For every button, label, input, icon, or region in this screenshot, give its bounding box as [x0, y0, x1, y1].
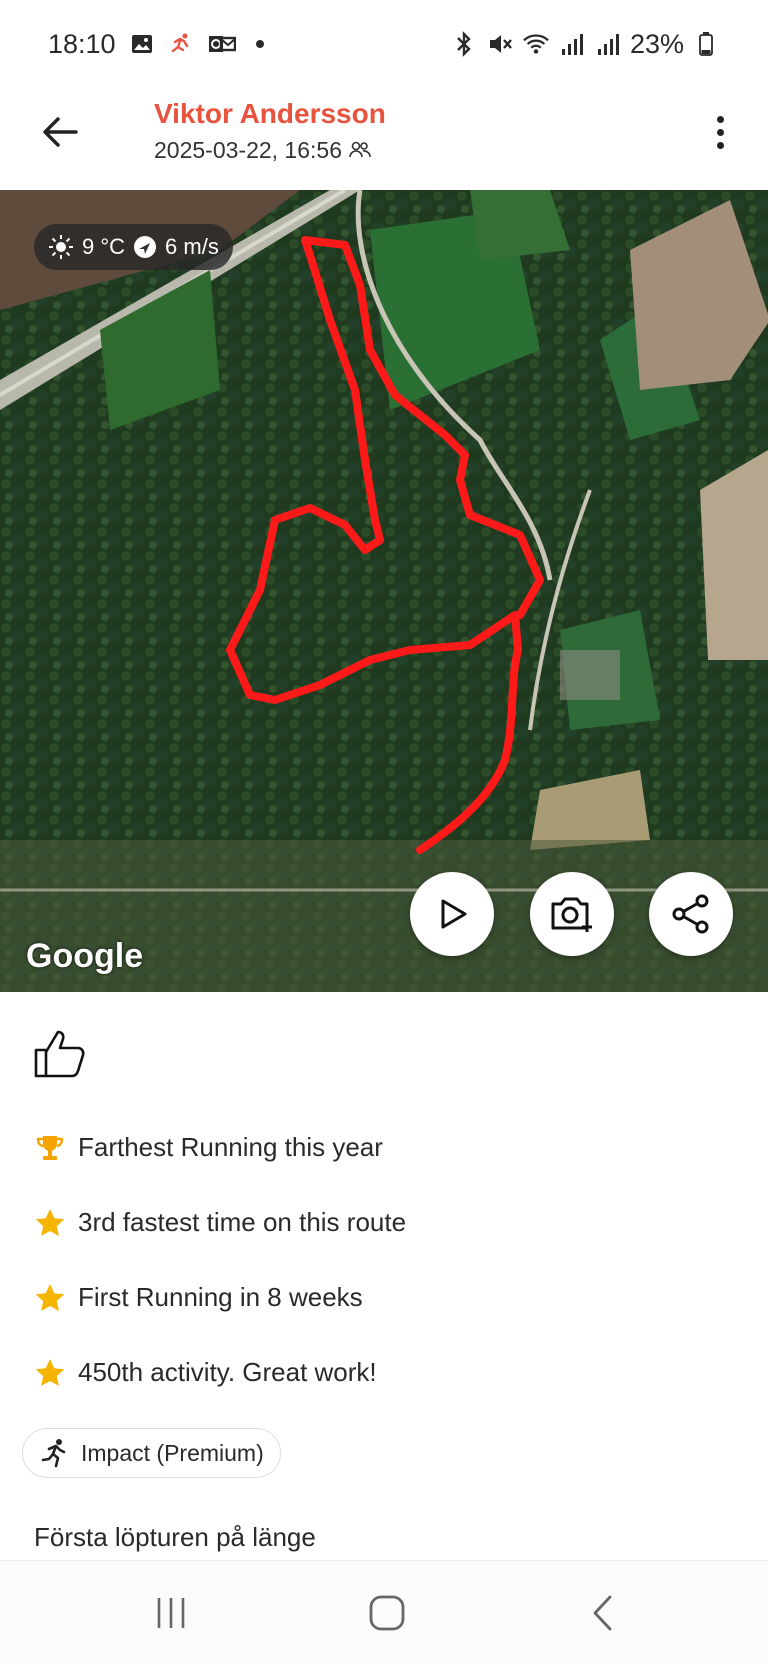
bluetooth-icon	[450, 30, 478, 58]
signal-icon	[558, 30, 586, 58]
more-options-button[interactable]	[700, 108, 740, 156]
satellite-map-image	[0, 190, 768, 992]
activity-date-row: 2025-03-22, 16:56	[154, 132, 386, 168]
battery-icon	[692, 30, 720, 58]
gallery-icon	[128, 30, 156, 58]
system-back-button[interactable]	[578, 1591, 628, 1635]
chevron-left-icon	[593, 1595, 612, 1631]
more-vert-icon	[716, 115, 724, 123]
mute-icon	[486, 30, 514, 58]
wifi-icon	[522, 30, 550, 58]
notification-dot	[255, 40, 264, 48]
impact-chip-label: Impact (Premium)	[81, 1439, 264, 1466]
activity-date: 2025-03-22, 16:56	[154, 137, 342, 163]
achievement-text: Farthest Running this year	[78, 1132, 383, 1162]
google-logo: Google	[26, 937, 144, 975]
activity-description: Första löpturen på länge	[34, 1522, 316, 1552]
achievement-text: 450th activity. Great work!	[78, 1357, 377, 1387]
system-nav-bar	[0, 1560, 768, 1664]
battery-percentage: 23%	[629, 28, 684, 59]
kudos-button[interactable]	[32, 1024, 88, 1080]
sun-icon	[49, 235, 73, 259]
trophy-icon	[32, 1130, 68, 1166]
strava-running-icon	[168, 30, 196, 58]
status-time: 18:10	[48, 28, 116, 59]
impact-premium-chip[interactable]: Impact (Premium)	[22, 1428, 281, 1478]
recent-apps-button[interactable]	[146, 1591, 196, 1635]
add-photo-icon	[551, 897, 592, 932]
play-icon	[441, 899, 467, 929]
wind-speed: 6 m/s	[165, 234, 219, 259]
route-map[interactable]: 9 °C 6 m/s Google	[0, 190, 768, 992]
arrow-left-icon	[43, 117, 78, 147]
share-icon	[672, 894, 709, 934]
signal-icon-2	[594, 30, 622, 58]
followers-visibility-icon	[349, 141, 371, 158]
temperature: 9 °C	[82, 234, 126, 259]
achievement-text: First Running in 8 weeks	[78, 1282, 363, 1312]
back-button[interactable]	[36, 108, 84, 156]
achievement-item: 450th activity. Great work!	[32, 1335, 406, 1410]
wind-direction-icon	[134, 236, 157, 258]
achievements-list: Farthest Running this year 3rd fastest t…	[32, 1110, 406, 1410]
achievement-item: First Running in 8 weeks	[32, 1260, 406, 1335]
home-icon	[369, 1595, 405, 1631]
star-icon	[32, 1280, 68, 1316]
thumbs-up-icon	[34, 1030, 85, 1078]
add-photo-button[interactable]	[530, 872, 614, 956]
athlete-name[interactable]: Viktor Andersson	[154, 96, 386, 132]
recent-apps-icon	[157, 1598, 185, 1628]
achievement-item: 3rd fastest time on this route	[32, 1185, 406, 1260]
star-icon	[32, 1205, 68, 1241]
flyover-play-button[interactable]	[410, 872, 494, 956]
star-icon	[32, 1355, 68, 1391]
weather-pill: 9 °C 6 m/s	[34, 224, 233, 270]
achievement-text: 3rd fastest time on this route	[78, 1207, 407, 1237]
activity-header: Viktor Andersson 2025-03-22, 16:56	[0, 88, 768, 190]
status-bar: 18:10 23%	[0, 0, 768, 88]
achievement-item: Farthest Running this year	[32, 1110, 406, 1185]
runner-icon	[41, 1439, 66, 1468]
share-button[interactable]	[649, 872, 733, 956]
outlook-icon	[208, 30, 236, 58]
home-button[interactable]	[362, 1591, 412, 1635]
